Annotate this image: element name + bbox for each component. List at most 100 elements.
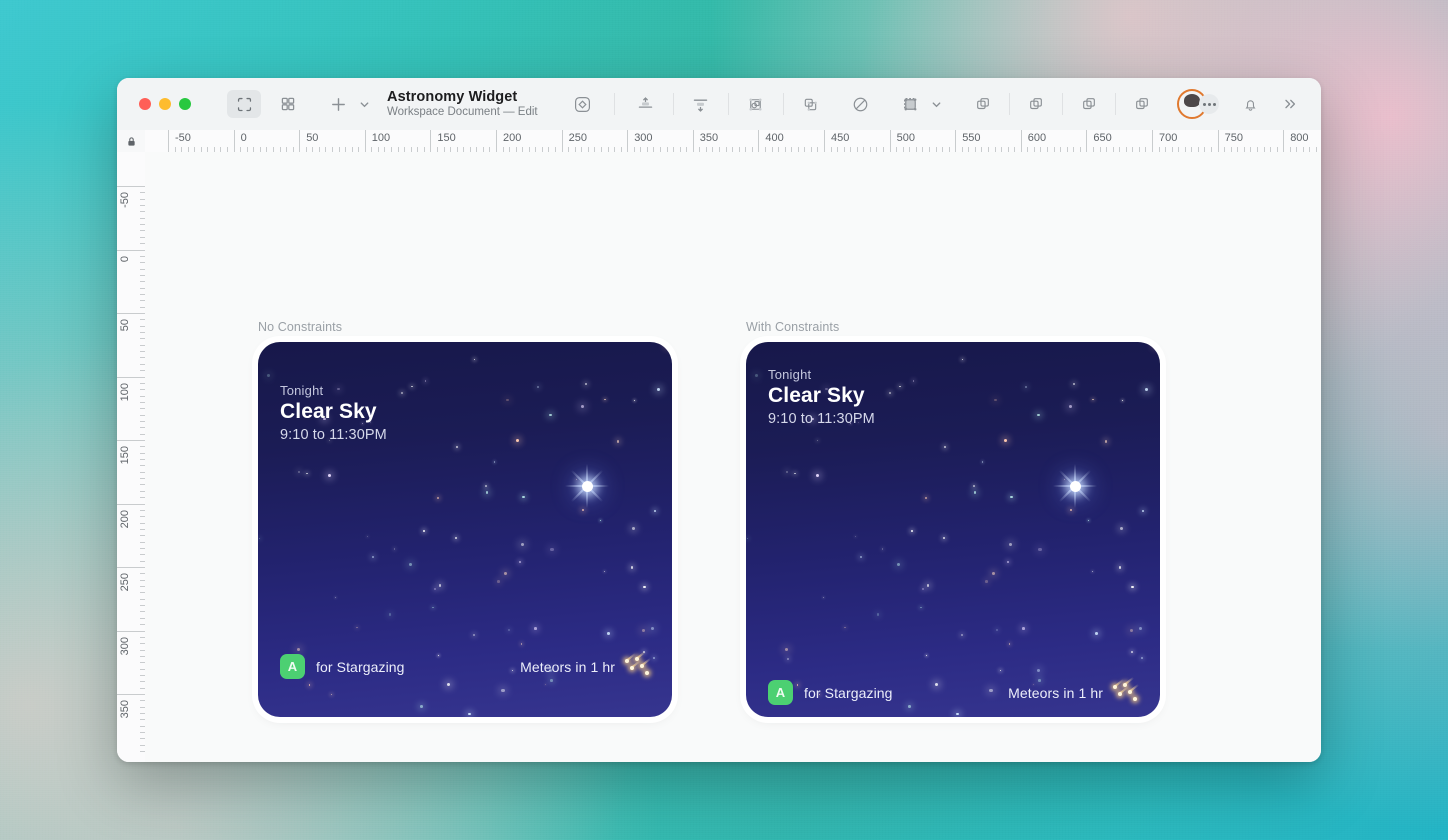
ruler-tick-label: 550	[962, 132, 981, 144]
align-top-tool-button[interactable]	[629, 90, 663, 118]
toolbar-divider	[782, 93, 784, 115]
ruler-tick-label: 600	[1027, 132, 1047, 144]
star	[877, 613, 880, 616]
toolbar-overflow-icon[interactable]	[1273, 90, 1307, 118]
star	[1153, 343, 1157, 347]
star	[604, 398, 606, 400]
star	[994, 398, 997, 402]
star	[1008, 542, 1012, 546]
union-tool-button[interactable]	[966, 90, 1000, 118]
star	[549, 413, 553, 417]
artboard-tool-button[interactable]	[227, 90, 261, 118]
star	[433, 588, 436, 591]
ruler-tick-label: 500	[896, 132, 915, 144]
ruler-tick-label: 200	[119, 509, 131, 528]
horizontal-ruler[interactable]: -50 0 50 100 150 200 250 300 350 400 450 500 550 600 6…	[145, 130, 1321, 153]
star	[506, 398, 509, 402]
star	[921, 588, 924, 591]
artboard-no-constraints[interactable]: No Constraints Tonight Clear Sky 9:10 to…	[258, 320, 672, 717]
ruler-tick-label: 650	[1093, 132, 1112, 144]
constraints-chevron-down-icon[interactable]	[928, 90, 946, 118]
difference-tool-button[interactable]	[1125, 90, 1159, 118]
mask-tool-button[interactable]	[739, 90, 773, 118]
more-options-icon[interactable]	[1199, 94, 1219, 114]
star	[550, 679, 553, 682]
ruler-tick-major: 100	[364, 130, 390, 152]
star	[1104, 440, 1108, 443]
account-group[interactable]	[1177, 89, 1219, 119]
star	[606, 632, 610, 636]
star	[816, 474, 820, 478]
star	[785, 470, 789, 474]
app-window: Astronomy Widget Workspace Document — Ed…	[117, 78, 1321, 762]
star	[497, 580, 500, 583]
star	[786, 658, 789, 661]
shape-tool-button[interactable]	[566, 90, 600, 118]
widget-preview[interactable]: Tonight Clear Sky 9:10 to 11:30PM A for …	[258, 342, 672, 717]
star	[925, 654, 927, 656]
constraints-tool-button[interactable]	[894, 90, 928, 118]
star	[641, 628, 645, 632]
star	[925, 497, 928, 500]
ruler-tick-label: 50	[119, 319, 131, 332]
star	[308, 684, 311, 687]
artboard-label[interactable]: No Constraints	[258, 320, 672, 334]
ruler-tick-label: 150	[119, 446, 131, 465]
zoom-button[interactable]	[179, 98, 191, 110]
star	[432, 606, 434, 609]
star	[550, 547, 554, 551]
ruler-tick-major: 750	[1217, 130, 1243, 152]
style-tool-button[interactable]	[844, 90, 878, 118]
star	[754, 373, 758, 377]
grid-view-button[interactable]	[271, 90, 305, 118]
distribute-tool-button[interactable]	[684, 90, 718, 118]
star	[522, 495, 525, 499]
ruler-tick-label: 0	[119, 255, 131, 262]
app-badge[interactable]: A	[280, 654, 305, 679]
toolbar-divider	[1062, 93, 1063, 115]
ruler-tick-major: 350	[692, 130, 718, 152]
ruler-tick-major: 200	[117, 503, 145, 528]
widget-preview[interactable]: Tonight Clear Sky 9:10 to 11:30PM A for …	[746, 342, 1160, 717]
window-controls	[139, 98, 191, 110]
ruler-tick-major: 200	[496, 130, 521, 152]
subtract-tool-button[interactable]	[1019, 90, 1053, 118]
star	[632, 527, 636, 531]
insert-chevron-down-icon[interactable]	[355, 90, 373, 118]
meteor-shower-icon	[1112, 676, 1139, 704]
notifications-bell-icon[interactable]	[1233, 90, 1267, 118]
artboard-with-constraints[interactable]: With Constraints Tonight Clear Sky 9:10 …	[746, 320, 1160, 717]
star	[1120, 527, 1124, 531]
ruler-tick-label: 0	[240, 132, 247, 144]
close-button[interactable]	[139, 98, 151, 110]
widget-footer-right-label: Meteors in 1 hr	[1008, 684, 1103, 701]
star	[665, 343, 669, 347]
star	[1131, 585, 1134, 589]
widget-title: Clear Sky	[280, 400, 377, 423]
intersect-tool-button[interactable]	[1072, 90, 1106, 118]
ruler-lock-corner[interactable]	[117, 130, 146, 153]
star	[1092, 398, 1094, 400]
app-badge[interactable]: A	[768, 680, 793, 705]
edit-tools	[566, 90, 946, 118]
widget-header: Tonight Clear Sky 9:10 to 11:30PM	[768, 367, 875, 427]
star	[844, 626, 846, 629]
boolean-tool-button[interactable]	[794, 90, 828, 118]
insert-button[interactable]	[321, 90, 355, 118]
ruler-tick-major: 600	[1020, 130, 1046, 152]
design-canvas[interactable]: No Constraints Tonight Clear Sky 9:10 to…	[145, 152, 1321, 762]
star	[899, 385, 901, 388]
artboard-label[interactable]: With Constraints	[746, 320, 1160, 334]
star	[897, 563, 901, 567]
minimize-button[interactable]	[159, 98, 171, 110]
ruler-tick-major: 50	[299, 130, 318, 152]
star	[411, 385, 413, 388]
star	[881, 548, 883, 550]
star	[630, 566, 633, 569]
ruler-tick-major: 400	[758, 130, 784, 152]
ruler-tick-label: 250	[119, 573, 131, 592]
ruler-tick-label: 100	[371, 132, 391, 144]
vertical-ruler[interactable]: -50 0 50 100 150 200 250 300 350	[117, 152, 146, 762]
star	[582, 508, 585, 511]
star	[1142, 510, 1145, 513]
